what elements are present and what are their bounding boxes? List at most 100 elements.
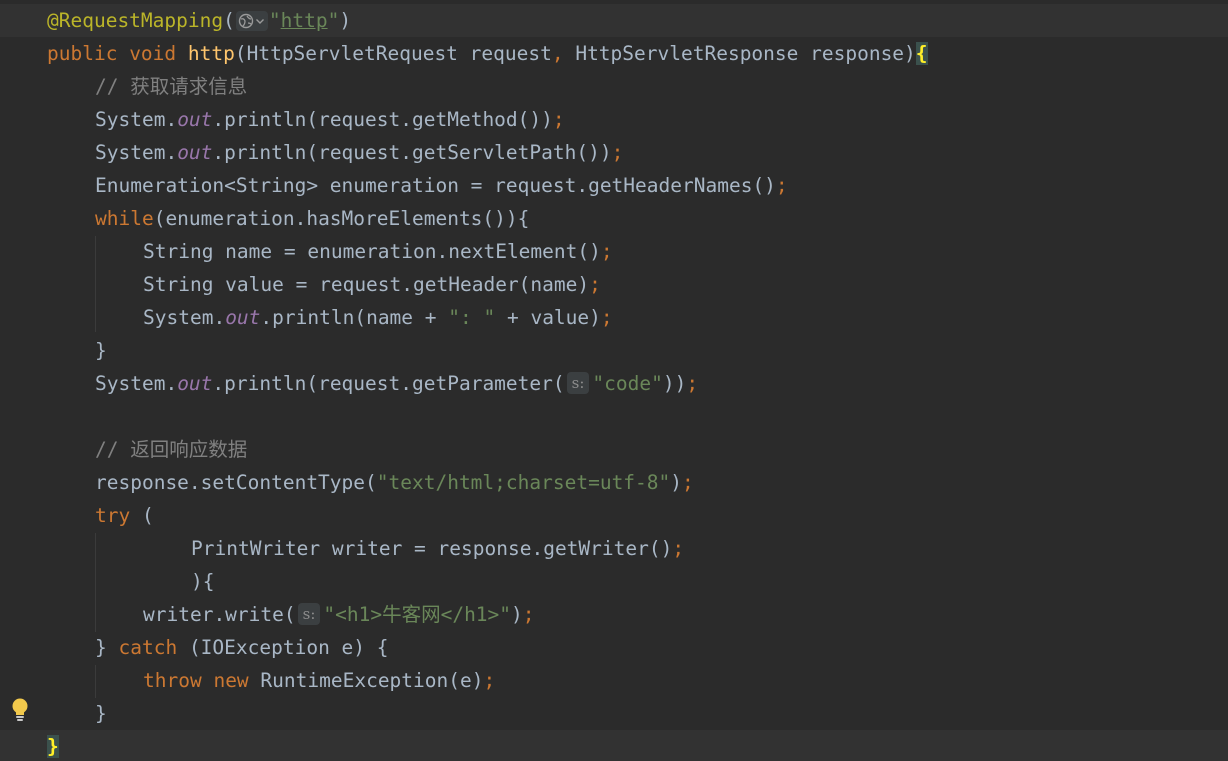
code-token: ;	[522, 603, 535, 626]
code-token: 返回响应数据	[130, 438, 248, 461]
code-token: throw	[143, 669, 214, 692]
code-text: ){	[191, 565, 214, 598]
code-token: ;	[611, 141, 624, 164]
code-line[interactable]: response.setContentType("text/html;chars…	[0, 466, 1228, 499]
code-editor[interactable]: @RequestMapping("http") public void http(…	[0, 0, 1228, 761]
code-token: String name = enumeration.nextElement()	[143, 240, 601, 263]
code-token: //	[95, 75, 131, 98]
code-text: String value = request.getHeader(name);	[143, 268, 601, 301]
code-line[interactable]: @RequestMapping( "http")	[0, 4, 1228, 37]
code-line[interactable]: System.out.println(request.getMethod());	[0, 103, 1228, 136]
code-line[interactable]: System.out.println(request.getParameter(…	[0, 367, 1228, 400]
code-token: ;	[600, 240, 613, 263]
code-token: out	[177, 141, 213, 164]
code-text: // 获取请求信息	[95, 70, 247, 103]
code-token: ": "	[448, 306, 496, 329]
code-token: (enumeration.hasMoreElements()){	[153, 207, 530, 230]
code-text: Enumeration<String> enumeration = reques…	[95, 169, 788, 202]
code-token: )	[670, 471, 683, 494]
code-line[interactable]: // 获取请求信息	[0, 70, 1228, 103]
code-token: ))	[662, 372, 687, 395]
code-token: Enumeration<String> enumeration = reques…	[95, 174, 776, 197]
code-text: // 返回响应数据	[95, 433, 247, 466]
code-token: ,	[551, 42, 576, 65]
code-token: out	[225, 306, 261, 329]
code-text: public void http(HttpServletRequest requ…	[47, 37, 928, 70]
code-line[interactable]: }	[0, 334, 1228, 367]
code-token: RuntimeException(e)	[260, 669, 484, 692]
code-token: writer.write(	[143, 603, 296, 626]
code-token: void	[129, 42, 188, 65]
code-text: }	[95, 334, 107, 367]
code-line[interactable]: // 返回响应数据	[0, 433, 1228, 466]
matched-brace: {	[915, 42, 928, 65]
code-token: (IOException e) {	[188, 636, 389, 659]
code-token: PrintWriter writer = response.getWriter(…	[191, 537, 673, 560]
code-line[interactable]: public void http(HttpServletRequest requ…	[0, 37, 1228, 70]
url-hint[interactable]	[235, 11, 268, 31]
code-token: )	[511, 603, 523, 626]
code-token: ;	[775, 174, 788, 197]
code-line[interactable]: Enumeration<String> enumeration = reques…	[0, 169, 1228, 202]
code-token: System.	[95, 372, 178, 395]
code-token: @RequestMapping	[47, 9, 224, 32]
code-line[interactable]: }	[0, 730, 1228, 761]
code-text: System.out.println(name + ": " + value);	[143, 301, 613, 334]
code-token: "	[327, 9, 340, 32]
code-token: ){	[191, 570, 215, 593]
code-line[interactable]: } catch (IOException e) {	[0, 631, 1228, 664]
code-text: System.out.println(request.getServletPat…	[95, 136, 623, 169]
matched-brace: }	[47, 735, 59, 758]
code-line[interactable]: String value = request.getHeader(name);	[0, 268, 1228, 301]
code-text: throw new RuntimeException(e);	[143, 664, 495, 697]
code-token: ;	[682, 471, 694, 494]
code-text: PrintWriter writer = response.getWriter(…	[191, 532, 684, 565]
code-token: }	[95, 339, 107, 362]
parameter-name-hint: s:	[566, 372, 590, 394]
code-token: out	[177, 108, 213, 131]
code-token: ;	[589, 273, 601, 296]
code-token: .println(request.getParameter(	[212, 372, 565, 395]
code-token: ;	[672, 537, 685, 560]
lightbulb-icon[interactable]	[9, 697, 31, 723]
code-text: while(enumeration.hasMoreElements()){	[95, 202, 529, 235]
code-token: }	[95, 702, 107, 725]
code-token: .println(request.getMethod())	[212, 108, 553, 131]
code-token: (	[223, 9, 235, 32]
code-token: "code"	[592, 372, 663, 395]
chevron-down-icon	[255, 19, 264, 24]
code-line[interactable]: try (	[0, 499, 1228, 532]
code-line[interactable]: }	[0, 697, 1228, 730]
code-line[interactable]: System.out.println(request.getServletPat…	[0, 136, 1228, 169]
code-token: new	[213, 669, 261, 692]
code-token: System.	[95, 141, 178, 164]
code-token: "	[268, 9, 281, 32]
code-token: (	[141, 504, 154, 527]
code-token: //	[95, 438, 131, 461]
code-line[interactable]: String name = enumeration.nextElement();	[0, 235, 1228, 268]
code-token: response.setContentType(	[95, 471, 377, 494]
code-line[interactable]: System.out.println(name + ": " + value);	[0, 301, 1228, 334]
code-text: try (	[95, 499, 154, 532]
code-token: try	[95, 504, 142, 527]
code-token: HttpServletResponse response)	[575, 42, 916, 65]
code-token: http	[280, 9, 328, 32]
code-line[interactable]	[0, 400, 1228, 433]
code-token: System.	[143, 306, 226, 329]
code-token: 获取请求信息	[130, 75, 248, 98]
code-line[interactable]: writer.write(s: "<h1>牛客网</h1>");	[0, 598, 1228, 631]
code-line[interactable]: ){	[0, 565, 1228, 598]
code-text: System.out.println(request.getParameter(…	[95, 367, 698, 400]
code-line[interactable]: PrintWriter writer = response.getWriter(…	[0, 532, 1228, 565]
code-text: System.out.println(request.getMethod());	[95, 103, 565, 136]
code-token: "text/html;charset=utf-8"	[376, 471, 671, 494]
code-token: while	[95, 207, 154, 230]
code-token: catch	[118, 636, 189, 659]
code-token: ;	[483, 669, 496, 692]
code-token: }	[95, 636, 119, 659]
code-token: )	[339, 9, 352, 32]
code-token: .println(request.getServletPath())	[212, 141, 612, 164]
code-line[interactable]: while(enumeration.hasMoreElements()){	[0, 202, 1228, 235]
code-token: String value = request.getHeader(name)	[143, 273, 590, 296]
code-line[interactable]: throw new RuntimeException(e);	[0, 664, 1228, 697]
